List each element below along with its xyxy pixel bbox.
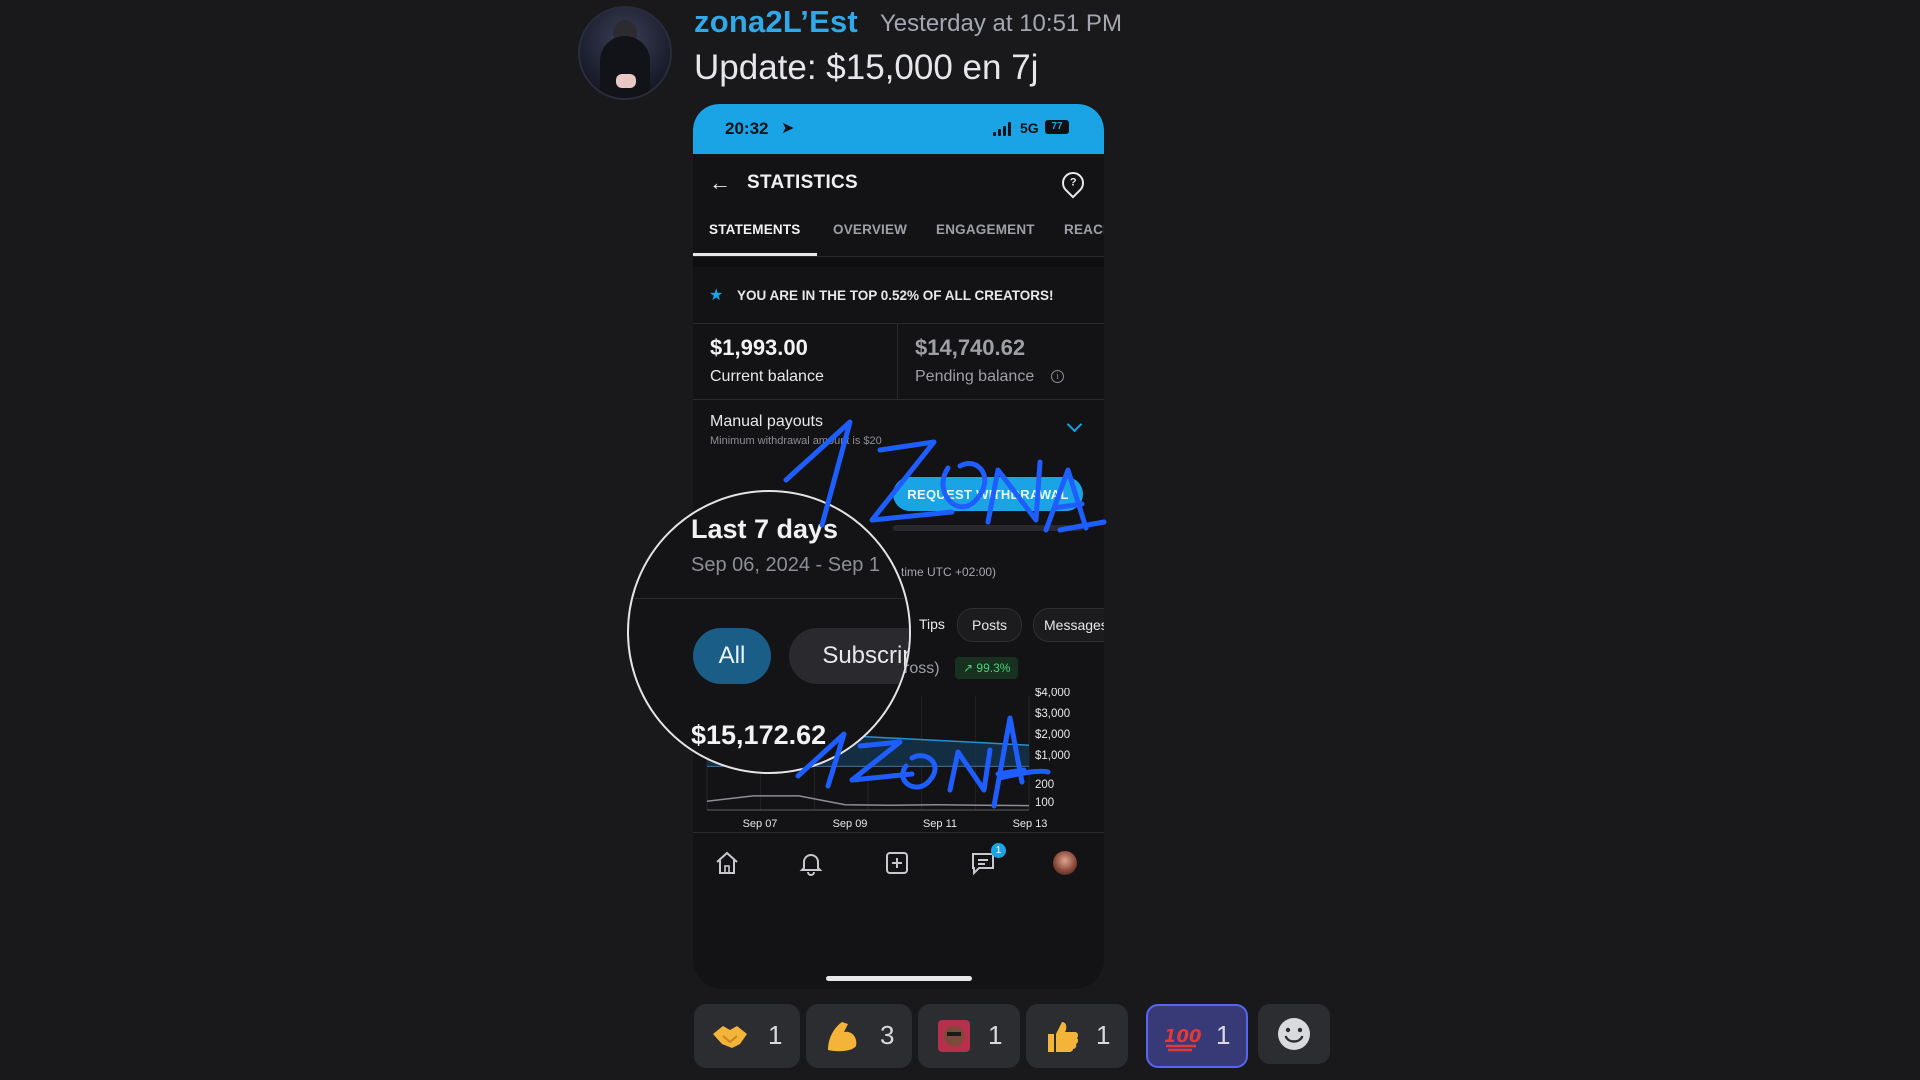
- network-label: 5G: [1020, 120, 1039, 136]
- back-arrow-icon[interactable]: ←: [709, 170, 731, 196]
- current-balance-label: Current balance: [710, 368, 824, 385]
- chip-messages[interactable]: Messages: [1033, 608, 1104, 642]
- star-icon: ★: [709, 287, 724, 304]
- period-date-range: Sep 06, 2024 - Sep 1: [691, 554, 881, 576]
- chip-posts[interactable]: Posts: [957, 608, 1023, 642]
- x-tick-label: Sep 13: [1013, 818, 1048, 830]
- minimum-withdrawal-note: Minimum withdrawal amount is $20: [710, 435, 882, 447]
- bottom-navigation: 1: [693, 832, 1104, 893]
- reaction-hundred-points[interactable]: 100 1: [1146, 1004, 1248, 1068]
- profile-avatar-icon[interactable]: [1053, 851, 1077, 875]
- location-arrow-icon: ➤: [781, 120, 795, 137]
- chip-all[interactable]: All: [693, 628, 771, 684]
- help-icon[interactable]: ?: [1057, 167, 1089, 199]
- add-post-icon[interactable]: [883, 849, 911, 877]
- manual-payouts-title: Manual payouts: [710, 413, 823, 430]
- section-divider: [693, 257, 1104, 267]
- y-tick-label: $4,000: [1035, 688, 1070, 699]
- app-bar: ← STATISTICS ?: [693, 154, 1104, 212]
- x-tick-label: Sep 11: [923, 818, 957, 830]
- payout-progress-track: [893, 525, 1083, 531]
- balances-panel: $1,993.00 Current balance $14,740.62 Pen…: [693, 323, 1104, 400]
- balance-divider: [897, 323, 898, 399]
- user-avatar[interactable]: [578, 6, 672, 100]
- top-creators-banner: ★ YOU ARE IN THE TOP 0.52% OF ALL CREATO…: [693, 267, 1104, 324]
- request-withdrawal-button[interactable]: REQUEST WITHDRAWAL: [893, 477, 1083, 511]
- add-reaction-button[interactable]: [1258, 1004, 1330, 1064]
- pending-balance-label: Pending balance: [915, 368, 1035, 385]
- reaction-handshake[interactable]: 1: [694, 1004, 800, 1068]
- home-icon[interactable]: [713, 849, 741, 877]
- timezone-note: time UTC +02:00): [901, 565, 997, 579]
- chip-subscriptions[interactable]: Subscrip: [789, 628, 909, 684]
- message-username[interactable]: zona2L’Est: [694, 4, 858, 40]
- reaction-count: 1: [768, 1020, 783, 1050]
- phone-status-bar: 20:32 ➤ 5G 77: [693, 104, 1104, 154]
- y-tick-label: $1,000: [1035, 750, 1070, 762]
- y-tick-label: 100: [1035, 797, 1054, 809]
- trend-badge: ↗ 99.3%: [955, 657, 1019, 679]
- reaction-count: 1: [1216, 1020, 1231, 1050]
- period-title: Last 7 days: [691, 514, 839, 544]
- avatar-badge: [616, 74, 636, 88]
- discord-chat-view: zona2L’Est Yesterday at 10:51 PM Update:…: [0, 0, 1920, 1080]
- tab-statements[interactable]: STATEMENTS: [709, 222, 801, 237]
- bell-icon[interactable]: [797, 849, 825, 877]
- pending-balance-amount: $14,740.62: [915, 335, 1026, 360]
- message-text: Update: $15,000 en 7j: [694, 48, 1039, 87]
- magnifier-divider: [629, 598, 909, 599]
- y-tick-label: 200: [1035, 779, 1054, 791]
- magnifier-zoom: Last 7 days Sep 06, 2024 - Sep 1 All Sub…: [627, 490, 911, 774]
- y-tick-label: $3,000: [1035, 708, 1070, 720]
- current-balance-amount: $1,993.00: [710, 335, 808, 360]
- info-icon[interactable]: i: [1051, 370, 1064, 383]
- handshake-icon: [713, 1026, 747, 1048]
- thumbs-up-icon: [1048, 1022, 1079, 1052]
- reaction-flexed-biceps[interactable]: 3: [806, 1004, 912, 1068]
- chevron-down-icon[interactable]: [1066, 416, 1083, 433]
- hundred-points-icon: 100: [1164, 1026, 1202, 1052]
- top-creators-text: YOU ARE IN THE TOP 0.52% OF ALL CREATORS…: [737, 288, 1054, 303]
- page-title: STATISTICS: [747, 172, 859, 193]
- flexed-biceps-icon: [828, 1022, 857, 1052]
- add-reaction-smile-icon: [1278, 1018, 1310, 1050]
- home-indicator: [826, 976, 972, 981]
- x-tick-label: Sep 07: [743, 818, 778, 830]
- status-time: 20:32: [725, 119, 769, 138]
- tab-overview[interactable]: OVERVIEW: [833, 222, 907, 237]
- battery-icon: 77: [1045, 120, 1069, 134]
- x-tick-label: Sep 09: [833, 818, 868, 830]
- reaction-count: 1: [988, 1020, 1003, 1050]
- tab-reach[interactable]: REACH: [1064, 222, 1104, 237]
- total-earnings: $15,172.62: [691, 720, 827, 750]
- y-tick-label: $2,000: [1035, 729, 1070, 741]
- tab-engagement[interactable]: ENGAGEMENT: [936, 222, 1035, 237]
- messages-badge: 1: [991, 843, 1006, 858]
- signal-icon: [993, 122, 1015, 136]
- svg-text:100: 100: [1164, 1026, 1202, 1047]
- active-tab-indicator: [693, 253, 817, 256]
- avatar-body: [600, 36, 650, 98]
- reaction-custom-face[interactable]: 1: [918, 1004, 1020, 1068]
- statistics-tabs: STATEMENTS OVERVIEW ENGAGEMENT REACH: [693, 212, 1104, 257]
- chip-tips[interactable]: Tips: [911, 608, 953, 640]
- reaction-count: 1: [1096, 1020, 1111, 1050]
- message-timestamp: Yesterday at 10:51 PM: [880, 10, 1122, 37]
- reaction-count: 3: [880, 1020, 895, 1050]
- gross-label: ross): [904, 660, 940, 677]
- reaction-thumbs-up[interactable]: 1: [1026, 1004, 1128, 1068]
- custom-face-emoji-icon: [938, 1020, 970, 1052]
